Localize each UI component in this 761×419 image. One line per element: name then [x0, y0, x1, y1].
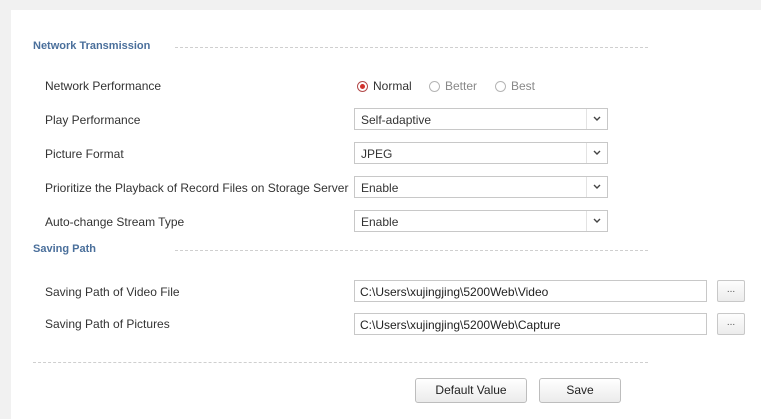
section-title-saving-path: Saving Path — [33, 243, 96, 255]
section-divider — [175, 250, 648, 251]
radio-unchecked-icon — [495, 80, 506, 92]
network-performance-label: Network Performance — [45, 79, 162, 93]
radio-checked-icon — [357, 80, 368, 92]
video-path-browse-button[interactable]: ... — [717, 280, 745, 302]
chevron-down-icon[interactable] — [586, 177, 607, 197]
pictures-path-browse-button[interactable]: ... — [717, 313, 745, 335]
radio-unchecked-icon — [429, 80, 440, 92]
auto-change-stream-value: Enable — [361, 215, 399, 229]
prioritize-playback-label: Prioritize the Playback of Record Files … — [45, 181, 349, 195]
auto-change-stream-label: Auto-change Stream Type — [45, 215, 185, 229]
play-performance-value: Self-adaptive — [361, 113, 432, 127]
auto-change-stream-select[interactable]: Enable — [354, 210, 608, 232]
chevron-down-icon[interactable] — [586, 143, 607, 163]
save-button[interactable]: Save — [539, 378, 621, 403]
radio-better[interactable]: Better — [429, 78, 477, 94]
video-path-input[interactable]: C:\Users\xujingjing\5200Web\Video — [354, 280, 707, 302]
play-performance-label: Play Performance — [45, 113, 141, 127]
prioritize-playback-select[interactable]: Enable — [354, 176, 608, 198]
radio-better-label: Better — [445, 79, 478, 93]
radio-normal-label: Normal — [373, 79, 412, 93]
picture-format-label: Picture Format — [45, 147, 124, 161]
prioritize-playback-value: Enable — [361, 181, 399, 195]
picture-format-select[interactable]: JPEG — [354, 142, 608, 164]
chevron-down-icon[interactable] — [586, 211, 607, 231]
picture-format-value: JPEG — [361, 147, 393, 161]
radio-normal[interactable]: Normal — [357, 78, 412, 94]
video-path-value: C:\Users\xujingjing\5200Web\Video — [360, 285, 549, 299]
default-value-button[interactable]: Default Value — [415, 378, 527, 403]
radio-best-label: Best — [511, 79, 536, 93]
chevron-down-icon[interactable] — [586, 109, 607, 129]
footer-divider — [33, 362, 648, 363]
play-performance-select[interactable]: Self-adaptive — [354, 108, 608, 130]
section-divider — [175, 47, 648, 48]
pictures-path-label: Saving Path of Pictures — [45, 317, 170, 331]
pictures-path-input[interactable]: C:\Users\xujingjing\5200Web\Capture — [354, 313, 707, 335]
pictures-path-value: C:\Users\xujingjing\5200Web\Capture — [360, 318, 561, 332]
video-path-label: Saving Path of Video File — [45, 285, 180, 299]
section-title-network-transmission: Network Transmission — [33, 40, 151, 52]
settings-panel: Network Transmission Network Performance… — [11, 10, 761, 419]
radio-best[interactable]: Best — [495, 78, 535, 94]
